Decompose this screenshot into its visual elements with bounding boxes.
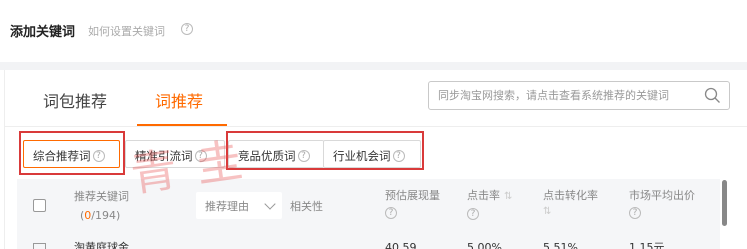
sort-icon[interactable]: ⇅: [543, 204, 551, 219]
help-link[interactable]: 如何设置关键词: [88, 23, 165, 39]
search-icon[interactable]: [704, 87, 721, 104]
filter-comprehensive[interactable]: 综合推荐词?: [23, 140, 120, 168]
chevron-down-icon: [264, 198, 276, 210]
col-ctr-label: 点击率: [467, 189, 500, 202]
filter-label: 综合推荐词: [33, 149, 91, 163]
filter-label: 行业机会词: [333, 149, 391, 163]
question-circle-icon: ?: [385, 206, 397, 219]
question-circle-icon: ?: [467, 207, 479, 220]
page-title: 添加关键词: [10, 25, 76, 40]
tab-keyword-recommend[interactable]: 词推荐: [155, 88, 203, 112]
select-all-checkbox[interactable]: [33, 199, 46, 212]
row-cvr: 5.51%: [543, 241, 578, 249]
tabs-divider: [4, 126, 747, 127]
keyword-search-input[interactable]: [429, 82, 699, 109]
question-circle-icon: ?: [629, 206, 641, 219]
filter-competitor[interactable]: 竞品优质词?: [228, 140, 324, 168]
row-price: 1.15元: [629, 241, 665, 249]
col-relevance: 相关性: [290, 200, 323, 213]
top-bar: 添加关键词 如何设置关键词 ?: [0, 0, 747, 62]
question-circle-icon: ?: [392, 149, 405, 162]
tab-keyword-package[interactable]: 词包推荐: [43, 88, 107, 112]
col-cvr[interactable]: 点击转化率 ⇅: [543, 188, 598, 219]
col-impressions: 预估展现量 ?: [385, 188, 440, 219]
total-number: /194: [91, 209, 116, 222]
row-impressions: 40.59: [385, 241, 417, 249]
col-ctr[interactable]: 点击率 ⇅ ?: [467, 188, 512, 220]
col-price: 市场平均出价 ?: [629, 188, 695, 219]
filter-label: 竞品优质词: [238, 149, 296, 163]
selected-count: (0/194): [80, 209, 121, 222]
section-divider: [0, 62, 747, 70]
row-keyword: 淘黄庭球金: [74, 241, 129, 249]
col-price-label: 市场平均出价: [629, 189, 695, 202]
col-impressions-label: 预估展现量: [385, 189, 440, 202]
keyword-search-box[interactable]: [428, 81, 730, 110]
question-circle-icon: ?: [194, 149, 207, 162]
question-circle-icon: ?: [297, 149, 310, 162]
col-cvr-label: 点击转化率: [543, 189, 598, 202]
row-ctr: 5.00%: [467, 241, 502, 249]
row-checkbox[interactable]: [33, 243, 46, 249]
scrollbar[interactable]: [722, 180, 727, 226]
filter-precise-traffic[interactable]: 精准引流词?: [125, 140, 225, 168]
question-circle-icon[interactable]: ?: [181, 23, 193, 35]
reason-select-label: 推荐理由: [205, 200, 249, 213]
filter-industry-opportunity[interactable]: 行业机会词?: [323, 140, 421, 168]
question-circle-icon: ?: [92, 149, 105, 162]
sort-icon[interactable]: ⇅: [504, 189, 512, 204]
reason-select[interactable]: 推荐理由: [196, 192, 282, 219]
col-keyword: 推荐关键词: [74, 190, 129, 203]
filter-label: 精准引流词: [135, 149, 193, 163]
